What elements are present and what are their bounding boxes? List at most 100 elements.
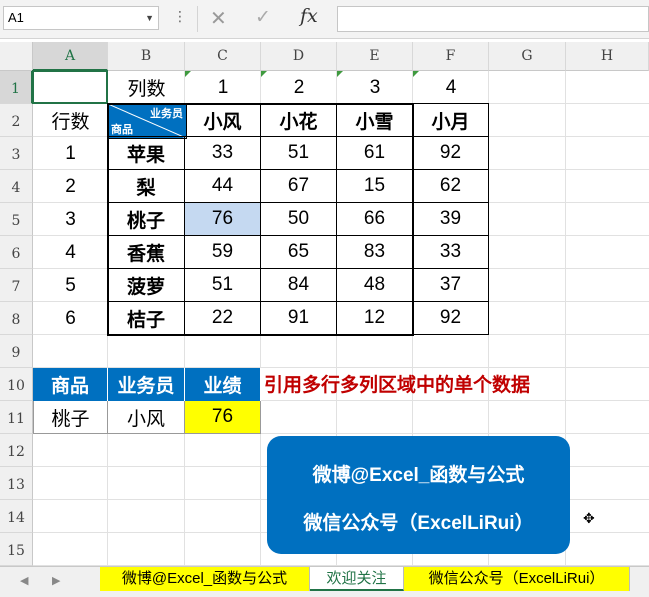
- row-header-13[interactable]: 13: [0, 467, 33, 500]
- sheet-tab-weibo[interactable]: 微博@Excel_函数与公式: [100, 567, 310, 591]
- column-header-a[interactable]: A: [33, 42, 108, 71]
- value-cell[interactable]: 83: [336, 235, 413, 269]
- row-header-4[interactable]: 4: [0, 170, 33, 203]
- value-cell[interactable]: 15: [336, 169, 413, 203]
- product-cell[interactable]: 菠萝: [107, 268, 185, 302]
- cancel-icon[interactable]: ✕: [210, 6, 227, 31]
- more-icon[interactable]: ⋮: [173, 8, 187, 25]
- product-cell[interactable]: 梨: [107, 169, 185, 203]
- value-cell[interactable]: 76: [184, 202, 261, 236]
- lookup-header[interactable]: 业务员: [108, 368, 185, 401]
- product-cell[interactable]: 桃子: [107, 202, 185, 236]
- row-number-cell[interactable]: 1: [33, 137, 108, 170]
- insert-function-icon[interactable]: fx: [300, 5, 318, 27]
- number-as-text-indicator: [413, 71, 419, 77]
- value-cell[interactable]: 84: [260, 268, 337, 302]
- row-header-7[interactable]: 7: [0, 269, 33, 302]
- value-cell[interactable]: 92: [412, 136, 489, 170]
- lookup-salesperson-cell[interactable]: 小风: [108, 401, 185, 434]
- col-number-cell[interactable]: 1: [185, 71, 261, 104]
- row-header-15[interactable]: 15: [0, 533, 33, 566]
- value-cell[interactable]: 33: [412, 235, 489, 269]
- row-number-cell[interactable]: 6: [33, 302, 108, 335]
- row-number-cell[interactable]: 2: [33, 170, 108, 203]
- salesperson-header[interactable]: 小花: [260, 103, 337, 137]
- col-number-cell[interactable]: 4: [413, 71, 489, 104]
- formula-bar-divider: [197, 6, 198, 32]
- value-cell[interactable]: 65: [260, 235, 337, 269]
- column-header-b[interactable]: B: [108, 42, 185, 71]
- diagonal-header-cell[interactable]: 业务员 商品: [107, 103, 187, 139]
- value-cell[interactable]: 37: [412, 268, 489, 302]
- row-number-cell[interactable]: 4: [33, 236, 108, 269]
- header-corner-bottom: 商品: [111, 124, 133, 136]
- salesperson-header[interactable]: 小雪: [336, 103, 413, 137]
- column-header-f[interactable]: F: [413, 42, 489, 71]
- row-header-5[interactable]: 5: [0, 203, 33, 236]
- product-cell[interactable]: 桔子: [107, 301, 185, 335]
- value-cell[interactable]: 51: [184, 268, 261, 302]
- column-header-e[interactable]: E: [337, 42, 413, 71]
- col-number-cell[interactable]: 3: [337, 71, 413, 104]
- row-header-12[interactable]: 12: [0, 434, 33, 467]
- tab-scroll-right-icon[interactable]: ▶: [52, 574, 60, 587]
- salesperson-header[interactable]: 小月: [412, 103, 489, 137]
- number-as-text-indicator: [337, 71, 343, 77]
- select-all-corner[interactable]: [0, 42, 33, 71]
- product-cell[interactable]: 苹果: [107, 136, 185, 170]
- lookup-header[interactable]: 商品: [33, 368, 108, 401]
- chevron-down-icon[interactable]: ▼: [145, 7, 154, 29]
- sheet-tab-welcome[interactable]: 欢迎关注: [310, 567, 404, 591]
- tab-scroll-left-icon[interactable]: ◀: [20, 574, 28, 587]
- row-header-11[interactable]: 11: [0, 401, 33, 434]
- value-cell[interactable]: 62: [412, 169, 489, 203]
- row-number-cell[interactable]: 5: [33, 269, 108, 302]
- row-number-cell[interactable]: 3: [33, 203, 108, 236]
- product-cell[interactable]: 香蕉: [107, 235, 185, 269]
- col-number-cell[interactable]: 2: [261, 71, 337, 104]
- column-header-h[interactable]: H: [566, 42, 649, 71]
- row-count-label[interactable]: 行数: [33, 104, 108, 137]
- value-cell[interactable]: 61: [336, 136, 413, 170]
- value-cell[interactable]: 67: [260, 169, 337, 203]
- sheet-tab-wechat[interactable]: 微信公众号（ExcelLiRui）: [404, 567, 630, 591]
- spreadsheet-grid[interactable]: A B C D E F G H 1 2 3 4 5 6 7 8 9 10 11 12 13 14 15 列数 1 2 3 4 行数 1 2 3…: [0, 42, 649, 566]
- value-cell[interactable]: 33: [184, 136, 261, 170]
- promo-line-2: 微信公众号（ExcelLiRui）: [303, 513, 534, 534]
- formula-input[interactable]: [337, 6, 649, 32]
- row-header-8[interactable]: 8: [0, 302, 33, 335]
- row-header-6[interactable]: 6: [0, 236, 33, 269]
- value-cell[interactable]: 51: [260, 136, 337, 170]
- enter-icon[interactable]: ✓: [255, 6, 271, 29]
- row-header-2[interactable]: 2: [0, 104, 33, 137]
- active-cell-a1[interactable]: [32, 70, 108, 104]
- value-cell[interactable]: 22: [184, 301, 261, 335]
- formula-bar: A1 ▼ ⋮ ✕ ✓ fx: [0, 0, 649, 39]
- row-header-9[interactable]: 9: [0, 335, 33, 368]
- salesperson-header[interactable]: 小风: [184, 103, 261, 137]
- lookup-result-cell[interactable]: 76: [185, 401, 261, 434]
- row-header-10[interactable]: 10: [0, 368, 33, 401]
- promo-line-1: 微博@Excel_函数与公式: [312, 465, 525, 486]
- col-count-label[interactable]: 列数: [108, 71, 185, 104]
- row-header-3[interactable]: 3: [0, 137, 33, 170]
- lookup-product-cell[interactable]: 桃子: [33, 401, 108, 434]
- column-header-g[interactable]: G: [489, 42, 566, 71]
- row-header-14[interactable]: 14: [0, 500, 33, 533]
- value-cell[interactable]: 39: [412, 202, 489, 236]
- value-cell[interactable]: 91: [260, 301, 337, 335]
- value-cell[interactable]: 12: [336, 301, 413, 335]
- value-cell[interactable]: 66: [336, 202, 413, 236]
- name-box[interactable]: A1 ▼: [3, 6, 159, 30]
- value-cell[interactable]: 50: [260, 202, 337, 236]
- value-cell[interactable]: 44: [184, 169, 261, 203]
- column-header-c[interactable]: C: [185, 42, 261, 71]
- row-header-1[interactable]: 1: [0, 71, 33, 104]
- annotation-text: 引用多行多列区域中的单个数据: [264, 375, 531, 396]
- sheet-tab-bar: ◀ ▶ 微博@Excel_函数与公式 欢迎关注 微信公众号（ExcelLiRui…: [0, 566, 649, 597]
- column-header-d[interactable]: D: [261, 42, 337, 71]
- value-cell[interactable]: 59: [184, 235, 261, 269]
- lookup-header[interactable]: 业绩: [185, 368, 261, 401]
- value-cell[interactable]: 48: [336, 268, 413, 302]
- value-cell[interactable]: 92: [412, 301, 489, 335]
